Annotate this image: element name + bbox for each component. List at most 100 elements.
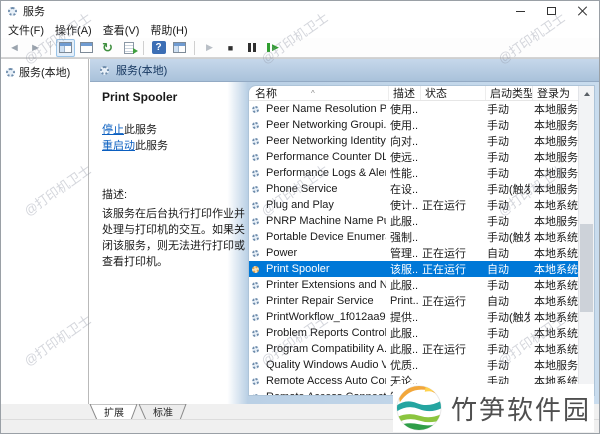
triangle-up (583, 91, 590, 96)
cell-name: Program Compatibility A... (266, 343, 386, 355)
help-icon[interactable] (149, 39, 168, 57)
cell-name: Print Spooler (266, 263, 330, 275)
menu-help[interactable]: 帮助(H) (150, 22, 187, 38)
cell-name: Peer Networking Identity... (266, 135, 386, 147)
service-gear-icon (252, 121, 259, 129)
tab-standard-label[interactable]: 标准 (153, 407, 173, 419)
restart-service-suffix: 此服务 (135, 140, 168, 152)
description-label: 描述: (102, 189, 128, 201)
refresh-icon[interactable] (98, 39, 117, 57)
menu-action[interactable]: 操作(A) (55, 22, 92, 38)
service-gear-icon (252, 313, 259, 321)
cell-name: Peer Networking Groupi... (266, 119, 386, 131)
maximize-button[interactable] (536, 1, 567, 21)
cell-name: Phone Service (266, 183, 338, 195)
window-title: 服务 (23, 6, 45, 18)
cell-desc: 强制... (390, 232, 418, 244)
cell-desc: 使计... (390, 200, 418, 212)
cell-logon: 本地系统 (534, 280, 578, 292)
restart-bar (267, 43, 271, 52)
window-glyph (80, 42, 93, 53)
scrollbar-thumb[interactable] (580, 224, 593, 312)
back-icon[interactable] (5, 39, 24, 57)
cell-status: 正在运行 (422, 296, 466, 308)
service-row[interactable]: Portable Device Enumera... 强制... 手动(触发... 本… (249, 229, 578, 245)
cell-desc: 此服... (390, 344, 418, 356)
service-row[interactable]: Peer Networking Identity... 向对... 手动 本地服务 (249, 133, 578, 149)
service-links: 停止此服务 重启动此服务 (102, 122, 250, 154)
pause-service-icon[interactable] (242, 39, 261, 57)
cell-desc: 该服... (390, 264, 418, 276)
cell-logon: 本地服务 (534, 360, 578, 372)
toolbar-separator (50, 40, 51, 55)
scroll-up-icon[interactable] (579, 86, 594, 101)
cell-logon: 本地系统 (534, 296, 578, 308)
main-area: 服务(本地) 服务(本地) Print Spooler 停止此服务 重启动此服务… (1, 58, 599, 404)
service-row[interactable]: Printer Extensions and N... 此服... 手动 本地系统 (249, 277, 578, 293)
action-pane-glyph (173, 42, 186, 53)
forward-icon[interactable] (26, 39, 45, 57)
service-row[interactable]: Performance Logs & Aler... 性能... 手动 本地服务 (249, 165, 578, 181)
restart-service-icon[interactable] (263, 39, 282, 57)
column-header-startup-type[interactable]: 启动类型 (486, 86, 533, 100)
column-header-description[interactable]: 描述 (389, 86, 421, 100)
service-row[interactable]: Phone Service 在设... 手动(触发... 本地服务 (249, 181, 578, 197)
cell-logon: 本地服务 (534, 104, 578, 116)
pause-bar (252, 43, 256, 52)
services-pane: 服务(本地) Print Spooler 停止此服务 重启动此服务 描述: 该服… (90, 59, 599, 404)
restart-service-line: 重启动此服务 (102, 138, 250, 154)
show-console-tree-icon[interactable] (56, 38, 75, 57)
services-gear-icon (6, 67, 15, 77)
menu-view[interactable]: 查看(V) (103, 22, 140, 38)
cell-name: Remote Access Connecti... (262, 391, 386, 395)
stop-service-link[interactable]: 停止 (102, 124, 124, 136)
cell-logon: 本地服务 (534, 184, 578, 196)
service-row[interactable]: Peer Name Resolution Pr... 使用... 手动 本地服务 (249, 101, 578, 117)
show-action-pane-icon[interactable] (170, 39, 189, 57)
service-gear-icon (252, 377, 259, 385)
vertical-scrollbar[interactable] (578, 86, 594, 395)
column-header-status[interactable]: 状态 (421, 86, 486, 100)
column-header-name[interactable]: 名称 ^ (251, 86, 389, 100)
service-row[interactable]: Peer Networking Groupi... 使用... 手动 本地服务 (249, 117, 578, 133)
service-row[interactable]: Problem Reports Control... 此服... 手动 本地系统 (249, 325, 578, 341)
help-glyph (151, 41, 166, 54)
restart-service-link[interactable]: 重启动 (102, 140, 135, 152)
cell-name: Power (266, 247, 298, 259)
services-gear-icon (8, 6, 17, 16)
service-row[interactable]: Performance Counter DL... 使远... 手动 本地服务 (249, 149, 578, 165)
cell-name: Peer Name Resolution Pr... (266, 103, 386, 115)
service-gear-icon (252, 105, 259, 113)
service-row[interactable]: Power 管理... 正在运行 自动 本地系统 (249, 245, 578, 261)
export-list-icon[interactable] (119, 39, 138, 57)
service-row[interactable]: Print Spooler 该服... 正在运行 自动 本地系统 (249, 261, 578, 277)
cell-desc: 提供... (390, 312, 418, 324)
stop-service-icon[interactable] (221, 39, 240, 57)
cell-name: Remote Access Auto Con... (266, 375, 386, 387)
close-button[interactable] (567, 1, 598, 21)
tree-item-services-local[interactable]: 服务(本地) (1, 59, 88, 80)
cell-name: Printer Repair Service (266, 295, 374, 307)
service-row[interactable]: Program Compatibility A... 此服... 正在运行 手动 本地系… (249, 341, 578, 357)
properties-window-icon[interactable] (77, 39, 96, 57)
service-gear-icon (252, 297, 259, 305)
service-gear-icon (252, 265, 259, 273)
cell-logon: 本地系统 (534, 232, 578, 244)
service-row[interactable]: Printer Repair Service Print... 正在运行 自动 本地系统 (249, 293, 578, 309)
cell-start: 手动 (487, 152, 509, 164)
service-row[interactable]: Quality Windows Audio V... 优质... 手动 本地服务 (249, 357, 578, 373)
service-gear-icon (252, 281, 259, 289)
cell-desc: 此服... (390, 328, 418, 340)
toolbar-separator (143, 40, 144, 55)
start-service-icon[interactable] (200, 39, 219, 57)
cell-start: 手动 (487, 168, 509, 180)
menu-file[interactable]: 文件(F) (8, 22, 44, 38)
service-gear-icon (252, 217, 259, 225)
service-row[interactable]: Plug and Play 使计... 正在运行 手动 本地系统 (249, 197, 578, 213)
tab-extended-label[interactable]: 扩展 (104, 406, 124, 419)
cell-logon: 本地系统 (534, 200, 578, 212)
cell-status: 正在运行 (422, 248, 466, 260)
service-row[interactable]: PNRP Machine Name Pu... 此服... 手动 本地服务 (249, 213, 578, 229)
service-row[interactable]: PrintWorkflow_1f012aa9 提供... 手动(触发... 本地系统 (249, 309, 578, 325)
minimize-button[interactable] (505, 1, 536, 21)
